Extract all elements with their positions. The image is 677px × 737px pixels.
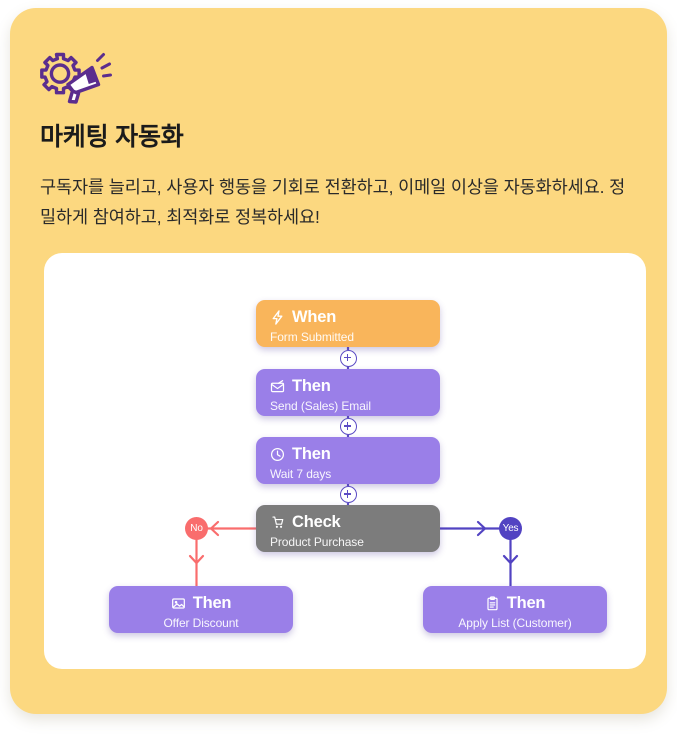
page-description: 구독자를 늘리고, 사용자 행동을 기회로 전환하고, 이메일 이상을 자동화하… [40, 177, 626, 228]
node-title-row: Then [123, 595, 279, 612]
node-title: Then [292, 445, 331, 463]
node-title: Then [192, 594, 232, 612]
discount-image-icon [171, 598, 185, 609]
envelope-icon [270, 379, 285, 393]
branch-badge-no: No [185, 517, 208, 540]
node-title-row: Check [270, 514, 426, 531]
clock-icon [270, 447, 285, 461]
flow-node-apply-list[interactable]: Then Apply List (Customer) [423, 586, 607, 633]
node-subtitle: Form Submitted [270, 329, 354, 344]
flow-node-wait[interactable]: Then Wait 7 days [256, 437, 440, 484]
node-subtitle: Send (Sales) Email [270, 398, 371, 413]
megaphone-gear-icon [40, 52, 112, 104]
node-subtitle: Offer Discount [163, 615, 239, 630]
node-title: When [292, 308, 337, 326]
lightning-bolt-icon [272, 310, 283, 325]
clipboard-icon [487, 596, 498, 611]
node-title-row: Then [270, 378, 426, 395]
node-title: Then [292, 377, 331, 395]
cart-icon [272, 516, 284, 528]
flow-node-send-email[interactable]: Then Send (Sales) Email [256, 369, 440, 416]
add-step-connector-1[interactable] [339, 349, 357, 367]
flow-node-check[interactable]: Check Product Purchase [256, 505, 440, 552]
page-title: 마케팅 자동화 [40, 123, 184, 151]
node-title-row: Then [437, 595, 593, 612]
marketing-automation-card: 마케팅 자동화 구독자를 늘리고, 사용자 행동을 기회로 전환하고, 이메일 … [10, 8, 667, 714]
flow-stage: No Yes When Form Submitted Then Send (Sa… [44, 253, 646, 669]
node-subtitle: Product Purchase [270, 534, 364, 549]
node-title: Then [506, 594, 546, 612]
node-subtitle: Wait 7 days [270, 466, 332, 481]
branch-badge-yes: Yes [499, 517, 522, 540]
node-title-row: When [270, 309, 426, 326]
flow-node-offer-discount[interactable]: Then Offer Discount [109, 586, 293, 633]
card-header: 마케팅 자동화 구독자를 늘리고, 사용자 행동을 기회로 전환하고, 이메일 … [40, 48, 637, 232]
node-title: Check [292, 513, 341, 531]
add-step-connector-2[interactable] [339, 418, 357, 435]
flow-node-when[interactable]: When Form Submitted [256, 300, 440, 347]
node-subtitle: Apply List (Customer) [458, 615, 572, 630]
node-title-row: Then [270, 446, 426, 463]
add-step-connector-3[interactable] [339, 486, 357, 503]
automation-flow-canvas: No Yes When Form Submitted Then Send (Sa… [44, 253, 646, 669]
